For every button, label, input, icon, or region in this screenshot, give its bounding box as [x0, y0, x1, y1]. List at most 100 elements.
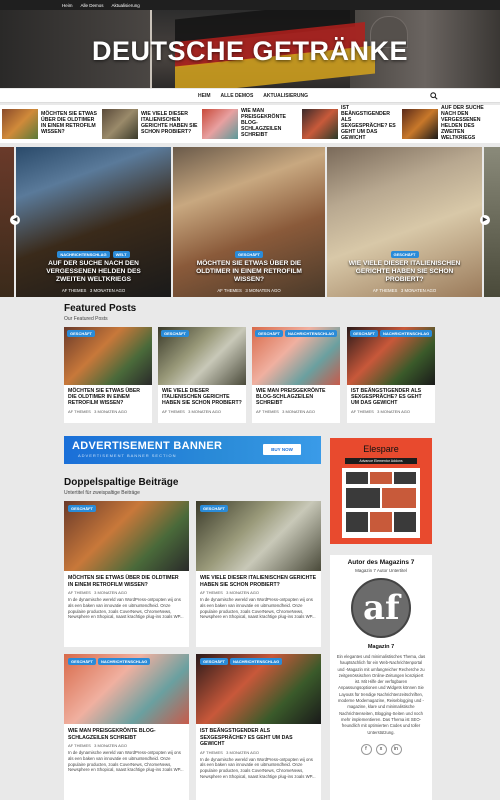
category-badge[interactable]: GESCHÄFT: [235, 251, 263, 259]
ticker-item[interactable]: MÖCHTEN SIE ETWAS ÜBER DIE OLDTIMER IN E…: [2, 109, 98, 139]
author-logo: af: [351, 578, 411, 638]
x-icon[interactable]: x: [375, 743, 387, 755]
slide-title[interactable]: AUF DER SUCHE NACH DEN VERGESSENEN HELDE…: [16, 260, 171, 284]
post-thumbnail[interactable]: GESCHÄFT: [64, 501, 189, 571]
post-excerpt: In de dynamische wereld van WordPress-on…: [200, 597, 316, 620]
site-title[interactable]: DEUTSCHE GETRÄNKE: [0, 36, 500, 67]
category-badge[interactable]: GESCHÄFT: [350, 330, 378, 337]
post-thumbnail[interactable]: GESCHÄFT: [64, 327, 152, 385]
post-title[interactable]: IST BEÄNGSTIGENDER ALS SEXGESPRÄCHE? ES …: [196, 724, 321, 748]
category-badge[interactable]: NACHRICHTENSCHLAG: [380, 330, 433, 337]
ticker-item[interactable]: IST BEÄNGSTIGENDER ALS SEXGESPRÄCHE? ES …: [302, 105, 398, 142]
post-meta: AF THEMES 3 MONATEN AGO: [68, 408, 127, 414]
slider-next-icon[interactable]: ▶: [480, 215, 490, 225]
post-meta: AF THEMES 3 MONATEN AGO: [256, 408, 315, 414]
ad-subtitle: ADVERTISEMENT BANNER SECTION: [78, 453, 177, 458]
post-title[interactable]: WIE VIELE DIESER ITALIENISCHEN GERICHTE …: [158, 385, 246, 407]
ticker-title: AUF DER SUCHE NACH DEN VERGESSENEN HELDE…: [441, 105, 484, 141]
featured-section-subtitle: Our Featured Posts: [64, 316, 108, 322]
post-thumbnail[interactable]: GESCHÄFT NACHRICHTENSCHLAG: [347, 327, 435, 385]
category-badge[interactable]: GESCHÄFT: [68, 505, 96, 512]
category-badge[interactable]: GESCHÄFT: [390, 251, 419, 259]
slide[interactable]: GESCHÄFT WIE VIELE DIESER ITALIENISCHEN …: [327, 147, 482, 297]
ad-title: ADVERTISEMENT BANNER: [72, 440, 223, 452]
category-badge[interactable]: GESCHÄFT: [68, 658, 96, 665]
ticker-item[interactable]: AUF DER SUCHE NACH DEN VERGESSENEN HELDE…: [402, 105, 498, 142]
post-title[interactable]: WIE MAN PREISGEKRÖNTE BLOG-SCHLAGZEILEN …: [252, 385, 340, 407]
ticker-title: MÖCHTEN SIE ETWAS ÜBER DIE OLDTIMER IN E…: [41, 111, 97, 135]
post-meta: AF THEMES 3 MONATEN AGO: [200, 749, 259, 755]
category-badge[interactable]: NACHRICHTENSCHLAG: [285, 330, 338, 337]
author-description: Ein elegantes und minimalistisches Thema…: [336, 654, 426, 735]
buy-now-button[interactable]: BUY NOW: [263, 444, 301, 455]
twocol-post-card[interactable]: GESCHÄFT NACHRICHTENSCHLAG IST BEÄNGSTIG…: [196, 654, 321, 800]
category-badge[interactable]: GESCHÄFT: [200, 505, 228, 512]
category-badge[interactable]: NACHRICHTENSCHLAG: [230, 658, 283, 665]
topbar-link-aktualisierung[interactable]: Aktualisierung: [112, 3, 140, 8]
category-badge[interactable]: GESCHÄFT: [255, 330, 283, 337]
post-title[interactable]: IST BEÄNGSTIGENDER ALS SEXGESPRÄCHE? ES …: [347, 385, 435, 407]
ticker-item[interactable]: WIE MAN PREISGEKRÖNTE BLOG-SCHLAGZEILEN …: [202, 108, 298, 139]
nav-item-alle-demos[interactable]: ALLE DEMOS: [221, 93, 254, 99]
post-title[interactable]: WIE VIELE DIESER ITALIENISCHEN GERICHTE …: [196, 571, 321, 588]
twocol-post-card[interactable]: GESCHÄFT WIE VIELE DIESER ITALIENISCHEN …: [196, 501, 321, 647]
slide-meta: AF THEMES 3 MONATEN AGO: [61, 288, 126, 293]
featured-post-card[interactable]: GESCHÄFT NACHRICHTENSCHLAG IST BEÄNGSTIG…: [347, 327, 435, 423]
category-badge[interactable]: NACHRICHTENSCHLAG: [57, 251, 110, 259]
featured-section-title: Featured Posts: [64, 303, 137, 314]
featured-slider: NACHRICHTENSCHLAG WELT AUF DER SUCHE NAC…: [0, 147, 500, 297]
ticker-title: IST BEÄNGSTIGENDER ALS SEXGESPRÄCHE? ES …: [341, 105, 396, 141]
ticker-item[interactable]: WIE VIELE DIESER ITALIENISCHEN GERICHTE …: [102, 109, 198, 139]
post-thumbnail[interactable]: GESCHÄFT: [158, 327, 246, 385]
slide[interactable]: GESCHÄFT MÖCHTEN SIE ETWAS ÜBER DIE OLDT…: [173, 147, 325, 297]
advertisement-banner[interactable]: ADVERTISEMENT BANNER ADVERTISEMENT BANNE…: [64, 436, 321, 464]
post-title[interactable]: MÖCHTEN SIE ETWAS ÜBER DIE OLDTIMER IN E…: [64, 571, 189, 588]
post-thumbnail[interactable]: GESCHÄFT NACHRICHTENSCHLAG: [64, 654, 189, 724]
top-bar: Heim Alle Demos Aktualisierung: [0, 0, 500, 10]
elespare-ad[interactable]: Elespare Advance Elementor Addons: [330, 438, 432, 544]
author-widget-subtitle: Magazin 7 Autor Untertitel: [355, 568, 407, 573]
topbar-link-heim[interactable]: Heim: [62, 3, 73, 8]
category-badge[interactable]: NACHRICHTENSCHLAG: [98, 658, 151, 665]
category-badge[interactable]: GESCHÄFT: [161, 330, 189, 337]
slide-meta: AF THEMES 3 MONATEN AGO: [217, 288, 281, 293]
twocol-section-title: Doppelspaltige Beiträge: [64, 477, 179, 488]
post-title[interactable]: WIE MAN PREISGEKRÖNTE BLOG-SCHLAGZEILEN …: [64, 724, 189, 741]
featured-post-card[interactable]: GESCHÄFT MÖCHTEN SIE ETWAS ÜBER DIE OLDT…: [64, 327, 152, 423]
ticker-title: WIE MAN PREISGEKRÖNTE BLOG-SCHLAGZEILEN …: [241, 108, 286, 138]
post-thumbnail[interactable]: GESCHÄFT NACHRICHTENSCHLAG: [196, 654, 321, 724]
featured-post-card[interactable]: GESCHÄFT NACHRICHTENSCHLAG WIE MAN PREIS…: [252, 327, 340, 423]
elespare-subtitle: Advance Elementor Addons: [345, 458, 417, 464]
post-meta: AF THEMES 3 MONATEN AGO: [200, 590, 259, 595]
featured-post-card[interactable]: GESCHÄFT WIE VIELE DIESER ITALIENISCHEN …: [158, 327, 246, 423]
slide-title[interactable]: WIE VIELE DIESER ITALIENISCHEN GERICHTE …: [327, 260, 482, 284]
category-badge[interactable]: WELT: [112, 251, 130, 259]
slider-prev-icon[interactable]: ◀: [10, 215, 20, 225]
ticker-thumbnail: [2, 109, 38, 139]
category-badge[interactable]: GESCHÄFT: [67, 330, 95, 337]
facebook-icon[interactable]: f: [360, 743, 372, 755]
social-links: f x in: [330, 743, 432, 755]
post-excerpt: In de dynamische wereld van WordPress-on…: [68, 750, 184, 773]
twocol-post-card[interactable]: GESCHÄFT MÖCHTEN SIE ETWAS ÜBER DIE OLDT…: [64, 501, 189, 647]
post-thumbnail[interactable]: GESCHÄFT: [196, 501, 321, 571]
post-meta: AF THEMES 3 MONATEN AGO: [68, 590, 127, 595]
post-title[interactable]: MÖCHTEN SIE ETWAS ÜBER DIE OLDTIMER IN E…: [64, 385, 152, 407]
twocol-post-card[interactable]: GESCHÄFT NACHRICHTENSCHLAG WIE MAN PREIS…: [64, 654, 189, 800]
linkedin-icon[interactable]: in: [390, 743, 402, 755]
nav-item-aktualisierung[interactable]: AKTUALISIERUNG: [263, 93, 308, 99]
post-thumbnail[interactable]: GESCHÄFT NACHRICHTENSCHLAG: [252, 327, 340, 385]
author-widget: Autor des Magazins 7 Magazin 7 Autor Unt…: [330, 555, 432, 800]
post-meta: AF THEMES 3 MONATEN AGO: [68, 743, 127, 748]
nav-item-heim[interactable]: HEIM: [198, 93, 211, 99]
topbar-link-alle-demos[interactable]: Alle Demos: [81, 3, 104, 8]
elespare-name: Elespare: [363, 444, 399, 454]
slide[interactable]: NACHRICHTENSCHLAG WELT AUF DER SUCHE NAC…: [16, 147, 171, 297]
slide-meta: AF THEMES 3 MONATEN AGO: [372, 288, 437, 293]
category-badge[interactable]: GESCHÄFT: [200, 658, 228, 665]
post-ticker: MÖCHTEN SIE ETWAS ÜBER DIE OLDTIMER IN E…: [0, 105, 500, 143]
search-icon[interactable]: [430, 92, 438, 100]
author-widget-title: Autor des Magazins 7: [347, 559, 415, 566]
slide-title[interactable]: MÖCHTEN SIE ETWAS ÜBER DIE OLDTIMER IN E…: [173, 260, 325, 284]
post-meta: AF THEMES 3 MONATEN AGO: [162, 408, 221, 414]
